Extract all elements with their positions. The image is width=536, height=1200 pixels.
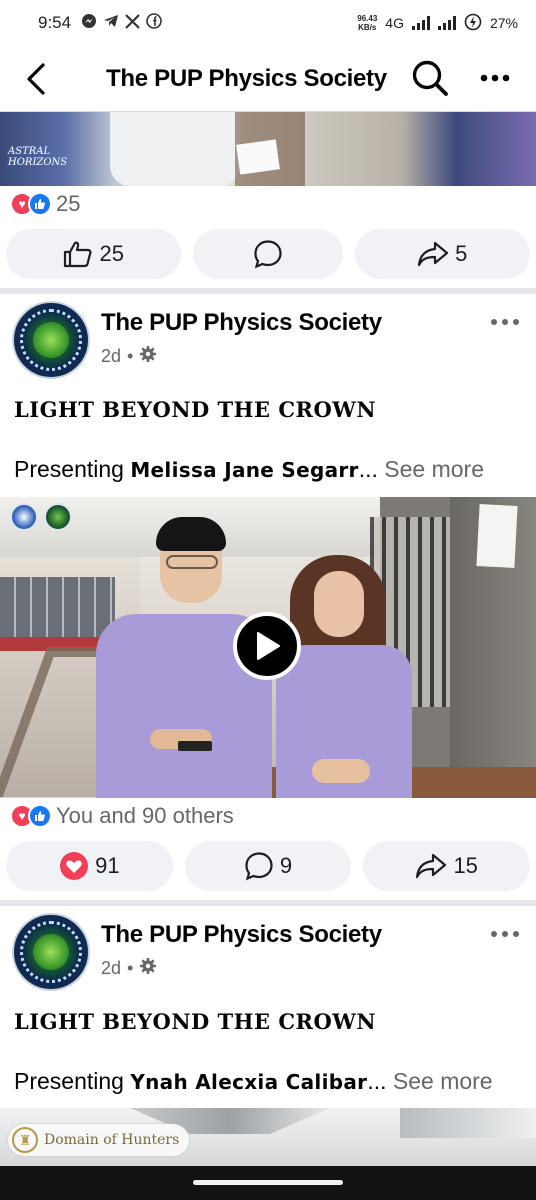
battery-icon [464, 13, 482, 34]
post-meta: 2d • [101, 957, 157, 980]
love-button[interactable]: 91 [6, 841, 173, 891]
post-image[interactable]: ASTRAL HORIZONS [0, 112, 536, 186]
back-button[interactable] [6, 49, 66, 109]
like-count: 25 [99, 241, 124, 266]
domain-of-hunters-badge: ♜ Domain of Hunters [8, 1124, 190, 1156]
post-divider [0, 288, 536, 294]
post-time[interactable]: 2d [101, 958, 121, 979]
net-speed: 96.43 KB/s [357, 14, 378, 32]
settings-icon [139, 345, 157, 368]
facebook-icon [146, 13, 162, 33]
post-options-button[interactable] [482, 919, 528, 949]
post-header: The PUP Physics Society 2d • [0, 301, 536, 381]
post-options-button[interactable] [482, 307, 528, 337]
more-options-button[interactable] [470, 56, 520, 100]
share-count: 15 [453, 853, 478, 878]
share-icon [418, 241, 449, 267]
share-count: 5 [455, 241, 468, 266]
shield-icon: ♜ [12, 1127, 38, 1153]
search-button[interactable] [408, 56, 452, 100]
thumbs-up-icon [64, 241, 92, 268]
telegram-icon [103, 13, 119, 33]
settings-icon [139, 957, 157, 980]
see-more-link[interactable]: See more [386, 1068, 493, 1094]
post-time[interactable]: 2d [101, 346, 121, 367]
post-header: The PUP Physics Society 2d • [0, 913, 536, 993]
comment-count: 9 [279, 853, 293, 878]
like-button[interactable]: 25 [6, 229, 182, 279]
page-avatar[interactable] [12, 913, 90, 991]
post-video[interactable] [0, 497, 536, 798]
like-reaction-icon [28, 192, 52, 216]
network-type: 4G [385, 15, 404, 31]
post-text-bold: Ynah Alecxia Calibar [130, 1070, 368, 1094]
signal-icon [411, 16, 430, 30]
post-actions: 25 5 [6, 229, 530, 279]
reaction-summary[interactable]: ♥ 25 [10, 191, 80, 217]
app-bar: The PUP Physics Society [0, 46, 536, 112]
more-icon [491, 319, 519, 325]
love-count: 91 [95, 853, 120, 878]
post-title: LIGHT BEYOND THE CROWN [14, 1009, 377, 1034]
share-button[interactable]: 5 [354, 229, 530, 279]
astral-horizons-logo: ASTRAL HORIZONS [8, 146, 68, 168]
signal-icon [437, 16, 456, 30]
post-title: LIGHT BEYOND THE CROWN [14, 397, 377, 422]
share-button[interactable]: 15 [363, 841, 531, 891]
post-text[interactable]: Presenting Ynah Alecxia Calibar... See m… [14, 1068, 534, 1095]
comment-button[interactable] [193, 229, 343, 279]
university-logo [10, 503, 38, 531]
post-actions: 91 9 15 [6, 841, 531, 891]
post-text[interactable]: Presenting Melissa Jane Segarr... See mo… [14, 456, 534, 483]
messenger-icon [81, 13, 97, 33]
like-reaction-icon [28, 804, 52, 828]
post-author[interactable]: The PUP Physics Society [101, 921, 382, 949]
reaction-summary-text: You and 90 others [56, 803, 234, 828]
back-arrow-icon [27, 62, 45, 95]
see-more-link[interactable]: See more [378, 456, 484, 482]
page-title: The PUP Physics Society [106, 64, 387, 92]
more-icon [491, 931, 519, 937]
comment-button[interactable]: 9 [184, 841, 352, 891]
post-meta: 2d • [101, 345, 157, 368]
post-author[interactable]: The PUP Physics Society [101, 309, 382, 337]
play-icon [257, 632, 280, 660]
love-icon [60, 852, 89, 880]
more-icon [480, 74, 510, 82]
home-gesture-handle[interactable] [193, 1180, 343, 1185]
reaction-summary[interactable]: ♥ You and 90 others [10, 803, 234, 829]
play-button[interactable] [233, 612, 301, 680]
comment-icon [254, 240, 282, 269]
status-bar: 9:54 96.43 KB/s 4G 27% [0, 0, 536, 46]
share-icon [416, 853, 447, 879]
page-avatar[interactable] [12, 301, 90, 379]
post-divider [0, 900, 536, 906]
reaction-count: 25 [56, 191, 81, 216]
battery-level: 27% [489, 15, 518, 31]
comment-icon [245, 852, 273, 881]
status-time: 9:54 [38, 13, 72, 32]
x-icon [125, 13, 140, 33]
post-image[interactable]: ♜ Domain of Hunters [0, 1108, 536, 1166]
society-logo [44, 503, 72, 531]
search-icon [412, 60, 448, 96]
post-text-bold: Melissa Jane Segarr [130, 458, 359, 482]
system-nav-bar [0, 1166, 536, 1200]
